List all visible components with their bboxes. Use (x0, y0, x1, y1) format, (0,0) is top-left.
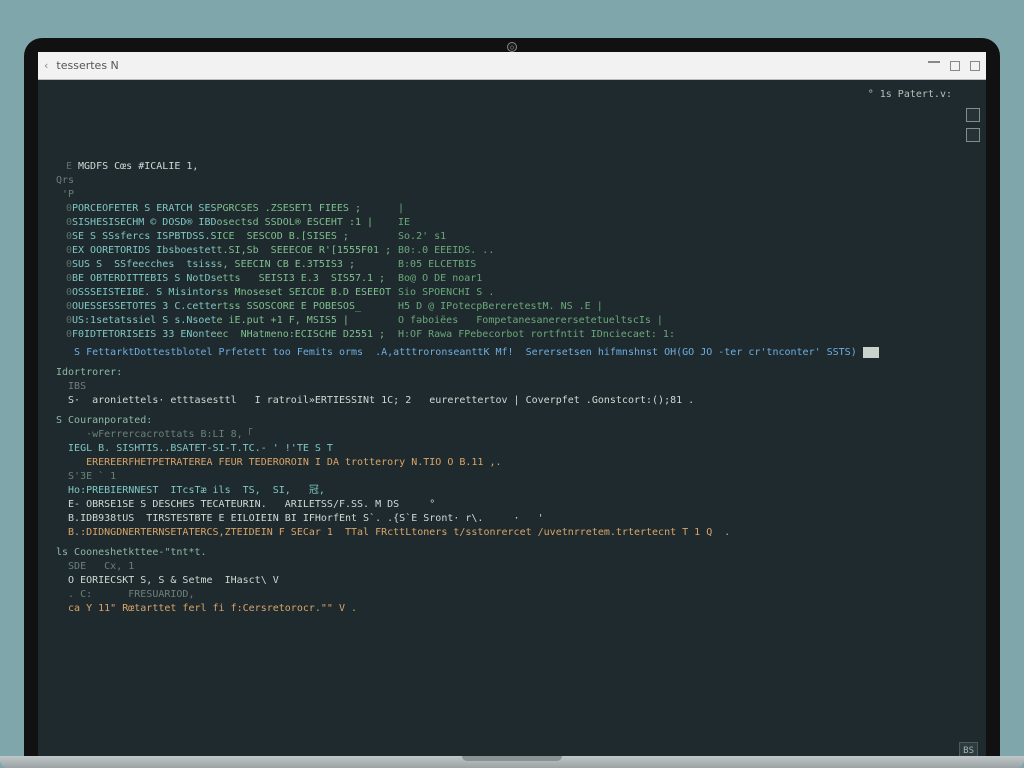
table-row: 0US:1setatssiel S s.Nsoete iE.put +1 F, … (56, 314, 958, 328)
terminal-line: ca Y 11" Rœtarttet ferl fi f:Cersretoroc… (56, 602, 958, 616)
terminal-line: S'3E ` 1 (56, 470, 958, 484)
section-header: S Couranporated: (56, 414, 958, 428)
window-title-bar[interactable]: ‹ tessertes N (38, 52, 986, 80)
terminal-line: S· aroniettels· etttasesttl I ratroil»ER… (56, 394, 958, 408)
terminal-line: EREREERFHETPETRATEREA FEUR TEDEROROIN I … (56, 456, 958, 470)
right-gutter (966, 108, 980, 142)
table-row: 0SE S SSsfercs ISPBTDSS.SICE SESCOD B.[S… (56, 230, 958, 244)
table-row: 0SISHESISECHM © DOSD® IBDosectsd SSDOL® … (56, 216, 958, 230)
terminal-line: E- OBRSE1SE S DESCHES TECATEURIN. ARILET… (56, 498, 958, 512)
laptop-notch (462, 756, 562, 761)
terminal-line: O EORIECSKT S, S & Setme IHasct\ V (56, 574, 958, 588)
terminal-line: B.IDB938tUS TIRSTESTBTE E EILOIEIN BI IF… (56, 512, 958, 526)
terminal-line: Ho:PREBIERNNEST ITcsTæ ils TS, SI, 冠, (56, 484, 958, 498)
terminal-line: IBS (56, 380, 958, 394)
section-header: Idortrorer: (56, 366, 958, 380)
webcam-icon: ○ (507, 42, 517, 52)
section-header: ls Cooneshetkttee-"tnt*t. (56, 546, 958, 560)
table-row: 0F0IDTETORISEIS 33 ENonteec NHatmeno:ECI… (56, 328, 958, 342)
terminal-viewport[interactable]: ° 1s Patert.v: BS E MGDFS Cœs #ICALIE 1,… (38, 80, 986, 768)
back-icon[interactable]: ‹ (44, 59, 48, 72)
laptop-bezel: ○ ‹ tessertes N ° 1s Patert.v: BS E MGDF… (24, 38, 1000, 768)
table-row: 0SUS S SSfeecches tsisss, SEECIN CB E.3T… (56, 258, 958, 272)
table-row: 0OUESSESSETOTES 3 C.cettertss SSOSCORE E… (56, 300, 958, 314)
screen: ‹ tessertes N ° 1s Patert.v: BS E MGDFS … (38, 52, 986, 768)
terminal-line: IEGL B. SISHTIS..BSATET-SI-T.TC.- ' !'TE… (56, 442, 958, 456)
panel-icon[interactable] (966, 108, 980, 122)
table-row: 0PORCEOFETER S ERATCH SESPGRCSES .ZSESET… (56, 202, 958, 216)
maximize-icon[interactable] (950, 61, 960, 71)
status-info: ° 1s Patert.v: (868, 88, 952, 102)
table-row: 0OSSSEISTEIBE. S Misintorss Mnoseset SEI… (56, 286, 958, 300)
terminal-line: B.:DIDNGDNERTERNSETATERCS,ZTEIDEIN F SEC… (56, 526, 958, 540)
status-line: S FettarktDottestblotel Prfetett too Fem… (56, 346, 958, 360)
window-title: tessertes N (56, 59, 118, 72)
window-controls (928, 61, 980, 71)
terminal-line: SDE Cx, 1 (56, 560, 958, 574)
table-row: 0EX OORETORIDS Ibsboestett.SI,Sb SEEECOE… (56, 244, 958, 258)
terminal-line: ·wFerrercacrottats B:LI 8,「 (56, 428, 958, 442)
minimize-icon[interactable] (928, 61, 940, 63)
panel-icon[interactable] (966, 128, 980, 142)
table-row: 0BE OBTERDITTEBIS S NotDsetts SEISI3 E.3… (56, 272, 958, 286)
header-line: E MGDFS Cœs #ICALIE 1, (56, 160, 958, 174)
terminal-line: . C: FRESUARIOD, (56, 588, 958, 602)
close-icon[interactable] (970, 61, 980, 71)
